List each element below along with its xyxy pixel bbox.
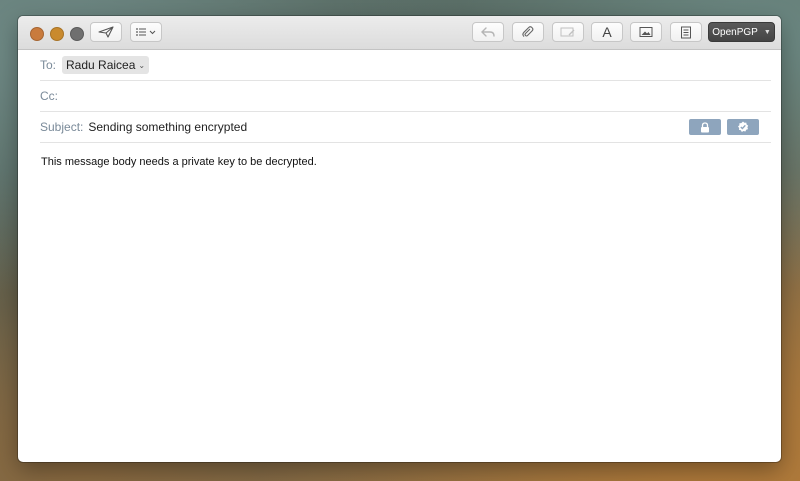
lock-icon bbox=[701, 121, 709, 132]
encrypt-toggle-button[interactable] bbox=[689, 119, 721, 135]
subject-field-row[interactable]: Subject: Sending something encrypted bbox=[40, 112, 771, 143]
toolbar: A OpenPGP ▼ bbox=[18, 16, 781, 50]
cc-label: Cc: bbox=[40, 89, 58, 103]
format-button[interactable]: A bbox=[591, 22, 623, 42]
photo-browser-button[interactable] bbox=[630, 22, 662, 42]
openpgp-label: OpenPGP bbox=[712, 26, 758, 38]
zoom-window-button[interactable] bbox=[70, 27, 84, 41]
paperclip-icon bbox=[522, 26, 534, 37]
recipient-token[interactable]: Radu Raicea ⌄ bbox=[62, 56, 150, 74]
attach-button[interactable] bbox=[512, 22, 544, 42]
to-label: To: bbox=[40, 58, 57, 72]
header-fields-button[interactable] bbox=[130, 22, 162, 42]
list-icon bbox=[136, 28, 156, 36]
recipient-name: Radu Raicea bbox=[66, 58, 136, 72]
chevron-down-icon: ▼ bbox=[763, 28, 771, 36]
message-body-text: This message body needs a private key to… bbox=[41, 156, 317, 168]
close-window-button[interactable] bbox=[30, 27, 44, 41]
paper-plane-icon bbox=[98, 26, 114, 38]
to-field-row[interactable]: To: Radu Raicea ⌄ bbox=[40, 50, 771, 81]
reply-icon bbox=[481, 27, 495, 37]
sign-toggle-button[interactable] bbox=[727, 119, 759, 135]
markup-button[interactable] bbox=[552, 22, 584, 42]
subject-input[interactable]: Sending something encrypted bbox=[88, 120, 247, 134]
markup-icon bbox=[560, 27, 575, 37]
openpgp-menu-button[interactable]: OpenPGP ▼ bbox=[708, 22, 775, 42]
reply-button[interactable] bbox=[472, 22, 504, 42]
subject-label: Subject: bbox=[40, 120, 84, 134]
message-body[interactable]: This message body needs a private key to… bbox=[18, 143, 781, 168]
cc-field-row[interactable]: Cc: bbox=[40, 81, 771, 112]
chevron-down-icon: ⌄ bbox=[138, 60, 146, 70]
checkmark-seal-icon bbox=[738, 121, 749, 132]
stationery-icon bbox=[681, 26, 691, 38]
photo-icon bbox=[639, 27, 653, 37]
format-label: A bbox=[602, 24, 612, 40]
send-button[interactable] bbox=[90, 22, 122, 42]
minimize-window-button[interactable] bbox=[50, 27, 64, 41]
stationery-button[interactable] bbox=[670, 22, 702, 42]
compose-window: A OpenPGP ▼ To: Radu Raicea ⌄ Cc: Subjec… bbox=[18, 16, 781, 462]
